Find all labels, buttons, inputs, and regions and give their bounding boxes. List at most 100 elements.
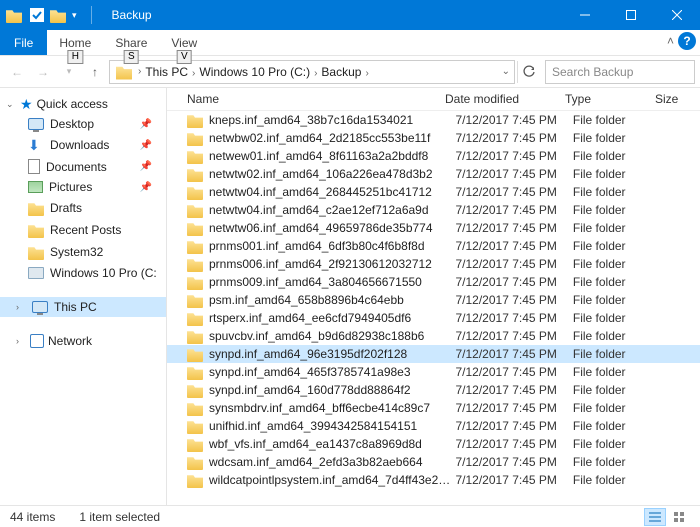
up-button[interactable]: ↑ [83,60,107,84]
file-date: 7/12/2017 7:45 PM [455,383,572,397]
sidebar-item[interactable]: Pictures📌 [0,177,166,197]
breadcrumb-segment[interactable]: This PC [143,65,190,79]
qat-checkbox[interactable] [30,8,44,22]
sidebar-item[interactable]: Documents📌 [0,156,166,177]
table-row[interactable]: synpd.inf_amd64_96e3195df202f1287/12/201… [167,345,700,363]
file-type: File folder [573,131,661,145]
file-date: 7/12/2017 7:45 PM [455,149,572,163]
folder-icon [187,310,203,326]
file-list[interactable]: kneps.inf_amd64_38b7c16da15340217/12/201… [167,111,700,505]
chevron-right-icon: › [16,302,26,312]
file-type: File folder [573,149,661,163]
file-type: File folder [573,275,661,289]
close-button[interactable] [654,0,700,30]
sidebar-item[interactable]: Desktop📌 [0,114,166,134]
file-type: File folder [573,113,661,127]
chevron-right-icon[interactable]: › [363,68,370,79]
file-date: 7/12/2017 7:45 PM [455,473,572,487]
qat-dropdown-icon[interactable]: ▾ [72,10,77,21]
file-type: File folder [573,167,661,181]
table-row[interactable]: psm.inf_amd64_658b8896b4c64ebb7/12/2017 … [167,291,700,309]
table-row[interactable]: spuvcbv.inf_amd64_b9d6d82938c188b67/12/2… [167,327,700,345]
file-date: 7/12/2017 7:45 PM [455,437,572,451]
table-row[interactable]: netwtw02.inf_amd64_106a226ea478d3b27/12/… [167,165,700,183]
column-type[interactable]: Type [565,92,655,106]
folder-icon [187,436,203,452]
help-icon[interactable]: ? [678,32,696,50]
ribbon-expand-icon[interactable]: ˄ [667,34,674,48]
table-row[interactable]: prnms009.inf_amd64_3a8046566715507/12/20… [167,273,700,291]
details-view-button[interactable] [644,508,666,526]
table-row[interactable]: wbf_vfs.inf_amd64_ea1437c8a8969d8d7/12/2… [167,435,700,453]
forward-button[interactable]: → [31,60,55,84]
sidebar-this-pc[interactable]: › This PC [0,297,166,317]
table-row[interactable]: wildcatpointlpsystem.inf_amd64_7d4ff43e2… [167,471,700,489]
table-row[interactable]: unifhid.inf_amd64_39943425841541517/12/2… [167,417,700,435]
sidebar-item[interactable]: System32 [0,241,166,263]
table-row[interactable]: netwew01.inf_amd64_8f61163a2a2bddf87/12/… [167,147,700,165]
refresh-button[interactable] [517,61,539,83]
address-bar[interactable]: › This PC›Windows 10 Pro (C:)›Backup› ⌄ [109,60,515,84]
sidebar-network[interactable]: › Network [0,331,166,351]
folder-icon [187,400,203,416]
folder-icon [187,382,203,398]
maximize-button[interactable] [608,0,654,30]
network-label: Network [48,334,92,348]
table-row[interactable]: rtsperx.inf_amd64_ee6cfd7949405df67/12/2… [167,309,700,327]
file-tab[interactable]: File [0,30,47,55]
breadcrumb-segment[interactable]: Windows 10 Pro (C:) [197,65,312,79]
table-row[interactable]: synsmbdrv.inf_amd64_bff6ecbe414c89c77/12… [167,399,700,417]
table-row[interactable]: netwtw04.inf_amd64_268445251bc417127/12/… [167,183,700,201]
table-row[interactable]: synpd.inf_amd64_160d778dd88864f27/12/201… [167,381,700,399]
sidebar-item[interactable]: Recent Posts [0,219,166,241]
column-size[interactable]: Size [655,92,700,106]
file-date: 7/12/2017 7:45 PM [455,329,572,343]
tab-home[interactable]: HomeH [47,32,103,55]
file-date: 7/12/2017 7:45 PM [455,185,572,199]
file-type: File folder [573,185,661,199]
table-row[interactable]: netwbw02.inf_amd64_2d2185cc553be11f7/12/… [167,129,700,147]
minimize-button[interactable] [562,0,608,30]
tab-share[interactable]: ShareS [103,32,159,55]
column-headers: Name Date modified Type Size [167,88,700,111]
large-icons-view-button[interactable] [668,508,690,526]
file-name: netwbw02.inf_amd64_2d2185cc553be11f [209,131,455,145]
documents-icon [28,159,40,174]
file-type: File folder [573,239,661,253]
column-date[interactable]: Date modified [445,92,565,106]
table-row[interactable]: prnms006.inf_amd64_2f921306120327127/12/… [167,255,700,273]
file-name: wbf_vfs.inf_amd64_ea1437c8a8969d8d [209,437,455,451]
table-row[interactable]: netwtw04.inf_amd64_c2ae12ef712a6a9d7/12/… [167,201,700,219]
sidebar-quick-access[interactable]: ⌄ ★ Quick access [0,94,166,114]
chevron-right-icon: › [16,336,26,346]
pin-icon: 📌 [140,161,152,172]
drive-icon [28,267,44,279]
table-row[interactable]: prnms001.inf_amd64_6df3b80c4f6b8f8d7/12/… [167,237,700,255]
folder-icon [187,418,203,434]
pin-icon: 📌 [140,182,152,193]
address-dropdown-icon[interactable]: ⌄ [502,66,510,77]
sidebar-item-label: Drafts [50,201,82,215]
table-row[interactable]: kneps.inf_amd64_38b7c16da15340217/12/201… [167,111,700,129]
tab-view[interactable]: ViewV [159,32,209,55]
table-row[interactable]: synpd.inf_amd64_465f3785741a98e37/12/201… [167,363,700,381]
file-date: 7/12/2017 7:45 PM [455,419,572,433]
sidebar-item[interactable]: Windows 10 Pro (C: [0,263,166,283]
file-date: 7/12/2017 7:45 PM [455,203,572,217]
chevron-down-icon: ⌄ [6,99,16,110]
this-pc-label: This PC [54,300,97,314]
sidebar-item[interactable]: ⬇Downloads📌 [0,134,166,156]
sidebar-item[interactable]: Drafts [0,197,166,219]
chevron-right-icon[interactable]: › [136,66,143,77]
qat-folder-icon[interactable] [50,7,66,23]
quick-access-label: Quick access [37,97,108,111]
table-row[interactable]: wdcsam.inf_amd64_2efd3a3b82aeb6647/12/20… [167,453,700,471]
search-input[interactable]: Search Backup [545,60,695,84]
breadcrumb-segment[interactable]: Backup [319,65,363,79]
column-name[interactable]: Name [187,92,445,106]
file-date: 7/12/2017 7:45 PM [455,347,572,361]
pc-icon [32,301,48,313]
table-row[interactable]: netwtw06.inf_amd64_49659786de35b7747/12/… [167,219,700,237]
file-date: 7/12/2017 7:45 PM [455,131,572,145]
back-button[interactable]: ← [5,60,29,84]
